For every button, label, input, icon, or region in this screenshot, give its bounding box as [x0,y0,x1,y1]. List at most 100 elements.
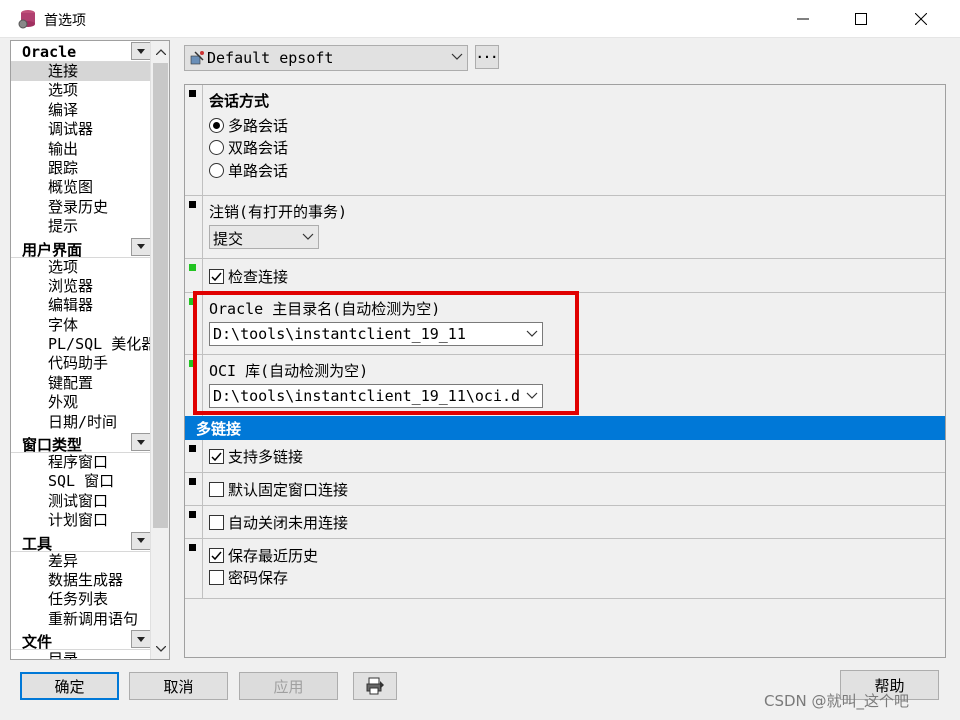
save-history-row[interactable]: 保存最近历史 [209,544,318,567]
nav-item[interactable]: 计划窗口 [11,511,151,530]
ok-button[interactable]: 确定 [20,672,119,700]
nav-item[interactable]: 任务列表 [11,590,151,609]
nav-group-collapse-button[interactable] [131,42,151,60]
maximize-button[interactable] [832,0,890,38]
checkmark-icon [211,452,222,461]
session-mode-option-label: 单路会话 [228,161,289,180]
nav-list: Oracle 连接 选项 编译 调试器 输出 跟踪 概览图 登录历史 提示 用户界面 选项 浏览器 编辑器… [11,41,151,659]
default-fixed-row[interactable]: 默认固定窗口连接 [209,478,348,501]
session-mode-option[interactable]: 双路会话 [209,137,288,160]
nav-item[interactable]: 选项 [11,81,151,100]
logoff-section: 注销(有打开的事务) 提交 [185,196,945,259]
session-mode-radio[interactable] [209,140,224,156]
watermark: CSDN @就叫_这个吧 [764,692,910,710]
minimize-icon [797,18,809,20]
section-marker-green [189,360,196,367]
preferences-nav-tree: Oracle 连接 选项 编译 调试器 输出 跟踪 概览图 登录历史 提示 用户界面 选项 浏览器 编辑器… [10,40,170,660]
chevron-down-icon [137,636,145,642]
scroll-down-button[interactable] [153,641,168,656]
nav-group[interactable]: 工具 [11,530,151,553]
session-mode-radio[interactable] [209,117,224,133]
session-mode-options: 多路会话 双路会话 单路会话 [209,114,288,182]
auto-close-section: 自动关闭未用连接 [185,506,945,539]
nav-group-collapse-button[interactable] [131,433,151,452]
nav-group-collapse-button[interactable] [131,531,151,550]
save-password-label: 密码保存 [228,569,289,588]
nav-item[interactable]: 键配置 [11,374,151,393]
nav-scrollbar[interactable] [150,41,169,659]
nav-item[interactable]: 选项 [11,258,151,277]
nav-item[interactable]: 代码助手 [11,354,151,373]
apply-button[interactable]: 应用 [239,672,338,700]
nav-item[interactable]: 概览图 [11,178,151,197]
more-options-button[interactable]: ··· [475,45,499,69]
nav-item[interactable]: 编译 [11,101,151,120]
chevron-down-icon [451,53,463,60]
nav-item[interactable]: 登录历史 [11,198,151,217]
window-title: 首选项 [44,13,86,29]
print-icon [366,677,384,695]
nav-group[interactable]: 窗口类型 [11,432,151,454]
section-marker [189,90,196,97]
close-button[interactable] [892,0,950,38]
auto-close-row[interactable]: 自动关闭未用连接 [209,511,348,534]
nav-item[interactable]: SQL 窗口 [11,472,151,491]
support-multi-checkbox[interactable] [209,448,224,464]
scroll-up-button[interactable] [153,44,168,59]
nav-item[interactable]: 日期/时间 [11,413,151,432]
nav-group-collapse-button[interactable] [131,237,151,256]
nav-item[interactable]: 测试窗口 [11,492,151,511]
nav-item[interactable]: 字体 [11,316,151,335]
oci-library-title: OCI 库(自动检测为空) [209,362,369,380]
section-marker-green [189,264,196,271]
nav-item[interactable]: 外观 [11,393,151,412]
multi-connection-title: 多链接 [196,420,242,438]
nav-item[interactable]: 数据生成器 [11,571,151,590]
logoff-title: 注销(有打开的事务) [209,203,348,221]
save-password-checkbox[interactable] [209,570,224,586]
checkmark-icon [211,272,222,281]
nav-group-collapse-button[interactable] [131,630,151,649]
nav-group[interactable]: 文件 [11,629,151,651]
chevron-down-icon [302,233,314,240]
scroll-thumb[interactable] [153,63,168,528]
oci-library-section: OCI 库(自动检测为空) D:\tools\instantclient_19_… [185,355,945,416]
chevron-down-icon [137,244,145,250]
connection-profile-select[interactable]: Default epsoft [184,45,468,71]
nav-item[interactable]: 编辑器 [11,296,151,315]
save-history-checkbox[interactable] [209,547,224,563]
nav-item[interactable]: 浏览器 [11,277,151,296]
chevron-down-icon [137,439,145,445]
maximize-icon [855,13,867,25]
auto-close-checkbox[interactable] [209,514,224,530]
nav-item[interactable]: PL/SQL 美化器 [11,335,151,354]
nav-group[interactable]: Oracle [11,41,151,62]
oracle-home-title: Oracle 主目录名(自动检测为空) [209,300,441,318]
save-password-row[interactable]: 密码保存 [209,567,318,590]
check-connection-row[interactable]: 检查连接 [209,265,288,288]
nav-group[interactable]: 用户界面 [11,236,151,259]
session-mode-radio[interactable] [209,162,224,178]
chevron-up-icon [155,48,166,55]
nav-item[interactable]: 跟踪 [11,159,151,178]
nav-item[interactable]: 提示 [11,217,151,236]
nav-item[interactable]: 程序窗口 [11,453,151,472]
print-button[interactable] [353,672,397,700]
settings-panel: Default epsoft ··· 会话方式 多路会话 双路会话 单路会话 注销(… [178,40,950,660]
nav-item[interactable]: 连接 [11,62,151,82]
session-mode-option[interactable]: 单路会话 [209,159,288,182]
default-fixed-checkbox[interactable] [209,481,224,497]
nav-item[interactable]: 重新调用语句 [11,610,151,629]
oracle-home-select[interactable]: D:\tools\instantclient_19_11 [209,322,543,346]
cancel-button[interactable]: 取消 [129,672,228,700]
session-mode-option[interactable]: 多路会话 [209,114,288,137]
minimize-button[interactable] [774,0,832,38]
support-multi-row[interactable]: 支持多链接 [209,445,303,468]
oci-library-select[interactable]: D:\tools\instantclient_19_11\oci.d [209,384,543,408]
nav-item[interactable]: 调试器 [11,120,151,139]
logoff-action-select[interactable]: 提交 [209,225,319,249]
check-connection-checkbox[interactable] [209,268,224,284]
database-app-icon [18,10,35,29]
nav-item[interactable]: 差异 [11,552,151,571]
nav-item[interactable]: 输出 [11,140,151,159]
